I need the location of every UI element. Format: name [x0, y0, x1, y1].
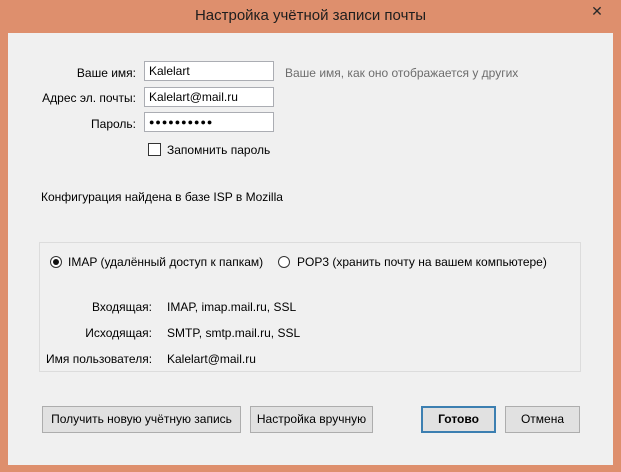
outgoing-label: Исходящая: [85, 326, 152, 340]
remember-password-checkbox[interactable] [148, 143, 161, 156]
dialog-body: Ваше имя: Kalelart Ваше имя, как оно ото… [8, 33, 613, 465]
name-label: Ваше имя: [76, 66, 136, 80]
window-title: Настройка учётной записи почты [194, 7, 427, 24]
config-status-text: Конфигурация найдена в базе ISP в Mozill… [41, 190, 283, 204]
name-input[interactable]: Kalelart [144, 61, 274, 81]
email-label: Адрес эл. почты: [42, 91, 136, 105]
done-button[interactable]: Готово [421, 406, 496, 433]
incoming-label: Входящая: [91, 300, 152, 314]
radio-selected-dot [53, 259, 59, 265]
remember-password-label[interactable]: Запомнить пароль [167, 143, 270, 157]
email-input[interactable]: Kalelart@mail.ru [144, 87, 274, 107]
password-label: Пароль: [91, 117, 136, 131]
pop3-radio-label[interactable]: POP3 (хранить почту на вашем компьютере) [297, 255, 547, 269]
cancel-button[interactable]: Отмена [505, 406, 580, 433]
pop3-radio[interactable] [278, 256, 290, 268]
password-input[interactable]: ●●●●●●●●●● [144, 112, 274, 132]
username-value: Kalelart@mail.ru [167, 352, 256, 366]
dialog-window: Настройка учётной записи почты ✕ Ваше им… [0, 0, 621, 472]
imap-radio-label[interactable]: IMAP (удалённый доступ к папкам) [68, 255, 263, 269]
imap-radio[interactable] [50, 256, 62, 268]
title-bar[interactable]: Настройка учётной записи почты ✕ [0, 0, 621, 33]
username-label: Имя пользователя: [46, 352, 153, 366]
name-hint: Ваше имя, как оно отображается у других [285, 66, 519, 80]
server-settings-group: IMAP (удалённый доступ к папкам) POP3 (х… [39, 242, 581, 372]
outgoing-value: SMTP, smtp.mail.ru, SSL [167, 326, 301, 340]
get-new-account-button[interactable]: Получить новую учётную запись [42, 406, 241, 433]
close-icon[interactable]: ✕ [582, 0, 612, 22]
incoming-value: IMAP, imap.mail.ru, SSL [167, 300, 297, 314]
manual-config-button[interactable]: Настройка вручную [250, 406, 373, 433]
